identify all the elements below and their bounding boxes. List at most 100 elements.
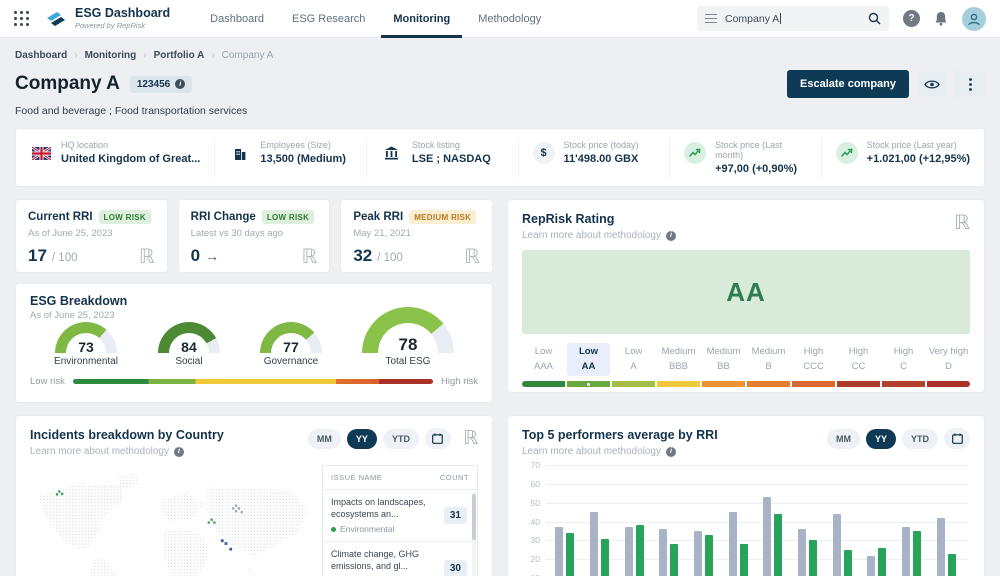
info-stock-listing: Stock listing LSE ; NASDAQ	[366, 137, 518, 178]
bar-company-11[interactable]	[948, 554, 956, 576]
y-axis-tick: 70	[522, 460, 540, 470]
info-employees: Employees (Size) 13,500 (Medium)	[214, 137, 366, 178]
bar-portfolio-3[interactable]	[659, 529, 667, 576]
gauge-label: Environmental	[54, 356, 118, 367]
esg-breakdown-card: ESG Breakdown As of June 25, 2023 73Envi…	[15, 283, 493, 403]
scale-color-segment	[567, 381, 610, 387]
bar-company-8[interactable]	[844, 550, 852, 576]
card-subtitle: As of June 25, 2023	[28, 228, 155, 239]
scale-color-segment	[612, 381, 655, 387]
toggle-mm[interactable]: MM	[308, 429, 341, 449]
rating-scale: LowAAALowAALowAMediumBBBMediumBBMediumBH…	[522, 343, 970, 387]
category-dot-icon	[331, 527, 336, 532]
info-label: HQ location	[61, 140, 200, 150]
bar-company-0[interactable]	[566, 533, 574, 576]
methodology-link[interactable]: Learn more about methodology i	[522, 230, 970, 241]
rating-scale-cc: HighCC	[837, 343, 880, 387]
bar-portfolio-1[interactable]	[590, 512, 598, 576]
scale-grade-label: AA	[567, 361, 610, 372]
methodology-link[interactable]: Learn more about methodology i	[522, 446, 718, 457]
scale-risk-label: Low	[522, 346, 565, 357]
gauge-value: 84	[158, 339, 220, 353]
info-value: 11'498.00 GBX	[564, 153, 639, 165]
issue-rows: Impacts on landscapes, ecosystems an...E…	[323, 490, 477, 576]
app-title: ESG Dashboard	[75, 7, 170, 21]
world-map[interactable]	[30, 465, 312, 576]
issue-row[interactable]: Impacts on landscapes, ecosystems an...E…	[323, 490, 477, 542]
kebab-menu-icon	[969, 78, 972, 91]
toggle-yy[interactable]: YY	[866, 429, 896, 449]
rating-scale-bb: MediumBB	[702, 343, 745, 387]
notifications-bell-icon[interactable]	[934, 11, 948, 26]
bar-company-2[interactable]	[636, 525, 644, 576]
bar-company-7[interactable]	[809, 540, 817, 576]
trend-arrow: →	[205, 248, 219, 264]
bar-company-4[interactable]	[705, 535, 713, 576]
search-filter-icon[interactable]	[705, 14, 717, 24]
calendar-button[interactable]	[944, 428, 970, 449]
rating-scale-a: LowA	[612, 343, 655, 387]
bar-portfolio-10[interactable]	[902, 527, 910, 576]
gauge-label: Total ESG	[362, 356, 454, 367]
gauge-label: Social	[158, 356, 220, 367]
methodology-link[interactable]: Learn more about methodology i	[30, 446, 224, 457]
watch-button[interactable]	[917, 70, 947, 98]
column-header-issue-name: ISSUE NAME	[331, 473, 382, 482]
search-input[interactable]: Company A	[697, 6, 889, 31]
user-avatar[interactable]	[962, 7, 986, 31]
bar-portfolio-8[interactable]	[833, 514, 841, 576]
toggle-yy[interactable]: YY	[347, 429, 377, 449]
toggle-ytd[interactable]: YTD	[902, 429, 938, 449]
toggle-mm[interactable]: MM	[827, 429, 860, 449]
app-launcher-icon[interactable]	[14, 11, 30, 27]
info-label: Stock listing	[412, 140, 491, 150]
bar-company-3[interactable]	[670, 544, 678, 576]
gauge-value: 78	[362, 335, 454, 353]
toggle-ytd[interactable]: YTD	[383, 429, 419, 449]
bar-portfolio-0[interactable]	[555, 527, 563, 576]
nav-item-methodology[interactable]: Methodology	[478, 0, 541, 38]
help-icon[interactable]: ?	[903, 10, 920, 27]
logo[interactable]: ESG Dashboard Powered by RepRisk	[44, 7, 170, 30]
bar-portfolio-9[interactable]	[867, 556, 875, 576]
info-stock-price-today: $ Stock price (today) 11'498.00 GBX	[518, 137, 670, 178]
issue-row[interactable]: Climate change, GHG emissions, and gl...…	[323, 542, 477, 576]
column-header-count: COUNT	[440, 473, 469, 482]
bar-portfolio-2[interactable]	[625, 527, 633, 576]
rating-scale-c: HighC	[882, 343, 925, 387]
breadcrumb-monitoring[interactable]: Monitoring	[85, 50, 137, 61]
bar-portfolio-4[interactable]	[694, 531, 702, 576]
card-title: Current RRI	[28, 211, 93, 223]
info-label: Employees (Size)	[260, 140, 346, 150]
info-icon[interactable]: i	[666, 231, 676, 241]
bar-portfolio-6[interactable]	[763, 497, 771, 576]
nav-item-esg-research[interactable]: ESG Research	[292, 0, 365, 38]
bar-company-5[interactable]	[740, 544, 748, 576]
gauge-value: 77	[260, 339, 322, 353]
info-icon[interactable]: i	[174, 447, 184, 457]
bar-company-9[interactable]	[878, 548, 886, 576]
gauge-label: Governance	[260, 356, 322, 367]
scrollbar[interactable]	[472, 492, 476, 576]
reprisk-watermark-icon: ℝ	[301, 246, 317, 266]
calendar-button[interactable]	[425, 428, 451, 449]
scale-color-segment	[522, 381, 565, 387]
bar-portfolio-7[interactable]	[798, 529, 806, 576]
scrollbar-thumb[interactable]	[472, 494, 476, 540]
bar-company-6[interactable]	[774, 514, 782, 576]
bar-company-10[interactable]	[913, 531, 921, 576]
escalate-company-button[interactable]: Escalate company	[787, 70, 909, 98]
info-icon[interactable]: i	[666, 447, 676, 457]
bar-portfolio-11[interactable]	[937, 518, 945, 576]
rri-value: 0	[191, 246, 200, 266]
breadcrumb-portfolio-a[interactable]: Portfolio A	[154, 50, 205, 61]
bar-company-1[interactable]	[601, 539, 609, 576]
info-icon[interactable]: i	[175, 79, 185, 89]
search-icon[interactable]	[868, 12, 881, 25]
nav-item-dashboard[interactable]: Dashboard	[210, 0, 264, 38]
bar-portfolio-5[interactable]	[729, 512, 737, 576]
nav-item-monitoring[interactable]: Monitoring	[393, 0, 450, 38]
more-options-button[interactable]	[955, 70, 985, 98]
breadcrumb-dashboard[interactable]: Dashboard	[15, 50, 67, 61]
current-rri-card: Current RRI LOW RISK As of June 25, 2023…	[15, 199, 168, 273]
